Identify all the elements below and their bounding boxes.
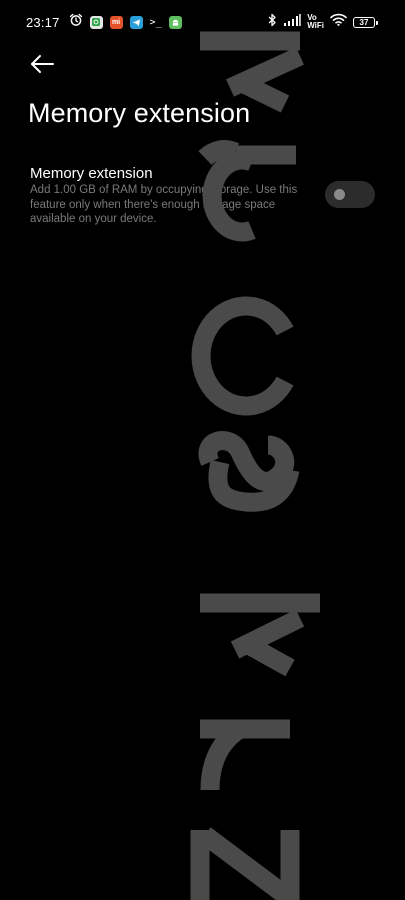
watermark bbox=[190, 31, 320, 900]
alarm-icon bbox=[69, 13, 83, 32]
watermark-letter-k2 bbox=[200, 593, 320, 677]
bluetooth-icon bbox=[268, 13, 277, 32]
setting-title: Memory extension bbox=[30, 165, 153, 182]
vowifi-icon: Vo WiFi bbox=[307, 14, 324, 30]
watermark-letter-s bbox=[198, 431, 300, 512]
watermark-letter-k1 bbox=[200, 31, 304, 113]
android-icon bbox=[168, 15, 182, 29]
mi-icon: mi bbox=[109, 15, 123, 29]
watermark-letter-r bbox=[200, 719, 290, 791]
mi-badge-text: mi bbox=[111, 18, 121, 26]
back-arrow-icon bbox=[31, 55, 54, 73]
page-title: Memory extension bbox=[28, 98, 251, 128]
wifi-icon bbox=[330, 13, 347, 31]
status-left: 23:17 mi >_ bbox=[26, 13, 182, 31]
memory-extension-toggle[interactable] bbox=[325, 181, 375, 208]
status-bar: 23:17 mi >_ Vo WiFi 37 bbox=[0, 0, 405, 44]
whatsapp-icon bbox=[89, 15, 103, 29]
toggle-knob bbox=[334, 189, 345, 200]
telegram-icon bbox=[129, 15, 143, 29]
watermark-letter-z bbox=[190, 827, 300, 900]
memory-extension-setting[interactable]: Memory extension Add 1.00 GB of RAM by o… bbox=[0, 160, 405, 240]
battery-icon: 37 bbox=[353, 16, 378, 28]
signal-icon bbox=[283, 13, 301, 31]
status-right: Vo WiFi 37 bbox=[268, 13, 378, 32]
terminal-icon: >_ bbox=[149, 16, 162, 28]
watermark-letter-c bbox=[191, 296, 294, 416]
battery-level: 37 bbox=[359, 17, 369, 27]
status-time: 23:17 bbox=[26, 14, 60, 30]
vowifi-bottom-text: WiFi bbox=[307, 21, 324, 30]
back-button[interactable] bbox=[28, 52, 58, 76]
setting-description: Add 1.00 GB of RAM by occupying storage.… bbox=[30, 184, 298, 225]
